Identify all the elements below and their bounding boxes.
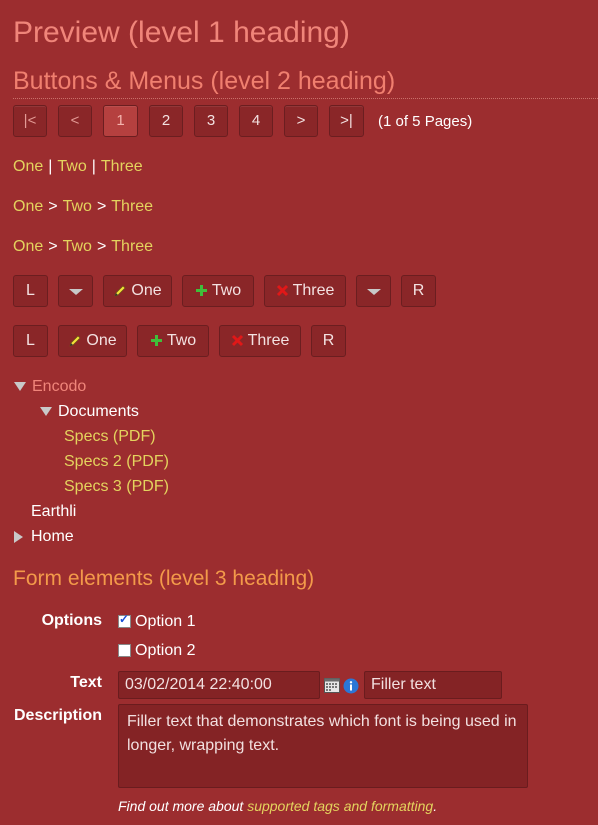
toolbar-dropdown-button[interactable]	[58, 275, 93, 307]
tree-node-label: Encodo	[32, 378, 87, 395]
pager-info: (1 of 5 Pages)	[378, 113, 473, 130]
menu-pipe: One | Two | Three	[13, 157, 143, 177]
pager-next-button[interactable]: >	[284, 105, 318, 137]
help-link[interactable]: supported tags and formatting	[247, 798, 433, 814]
breadcrumb-item-three[interactable]: Three	[111, 198, 153, 215]
pager-prev-button[interactable]: <	[58, 105, 92, 137]
section-heading-form: Form elements (level 3 heading)	[13, 567, 315, 590]
calendar-icon[interactable]	[324, 678, 340, 693]
pager-page-1-button[interactable]: 1	[103, 105, 138, 137]
delete-icon	[231, 335, 243, 347]
tree-node-documents[interactable]: Documents	[40, 402, 139, 422]
description-label: Description	[13, 707, 102, 724]
breadcrumb-separator: >	[96, 198, 107, 215]
toolbar2-right-button[interactable]: R	[311, 325, 346, 357]
toolbar2-two-label: Two	[166, 332, 197, 349]
tree-item-specs-3[interactable]: Specs 3 (PDF)	[64, 477, 169, 497]
toolbar-two-button[interactable]: Two	[182, 275, 254, 307]
tree-node-home[interactable]: Home	[14, 527, 74, 547]
option-2-checkbox[interactable]	[118, 644, 131, 658]
toolbar-dropdown-button-2[interactable]	[356, 275, 391, 307]
help-text: Find out more about supported tags and f…	[118, 798, 437, 814]
datetime-field[interactable]: 03/02/2014 22:40:00	[118, 671, 320, 699]
tree-node-label: Documents	[58, 403, 139, 420]
expand-down-icon[interactable]	[40, 407, 52, 417]
breadcrumb-item-one[interactable]: One	[13, 238, 43, 255]
pencil-icon	[114, 285, 126, 297]
option-1[interactable]: Option 1	[118, 612, 196, 631]
toolbar-right-button[interactable]: R	[401, 275, 436, 307]
menu-item-one[interactable]: One	[13, 158, 43, 175]
menu-item-two[interactable]: Two	[57, 158, 86, 175]
pager-page-3-button[interactable]: 3	[194, 105, 228, 137]
pager-page-4-button[interactable]: 4	[239, 105, 273, 137]
menu-item-three[interactable]: Three	[101, 158, 143, 175]
toolbar2-three-label: Three	[247, 332, 290, 349]
option-2-label: Option 2	[135, 642, 196, 659]
text-field[interactable]: Filler text	[364, 671, 502, 699]
tree-node-earthli[interactable]: Earthli	[31, 502, 76, 522]
breadcrumb: One > Two > Three	[13, 197, 153, 217]
breadcrumb-separator: >	[48, 198, 58, 215]
description-textarea[interactable]: Filler text that demonstrates which font…	[118, 704, 528, 788]
toolbar2-two-button[interactable]: Two	[137, 325, 209, 357]
breadcrumb-separator: >	[48, 238, 58, 255]
option-1-checkbox[interactable]	[118, 612, 131, 629]
option-2[interactable]: Option 2	[118, 642, 195, 660]
text-label: Text	[70, 674, 102, 691]
pencil-icon	[69, 335, 81, 347]
section-heading-buttons: Buttons & Menus (level 2 heading)	[13, 67, 396, 95]
toolbar-three-label: Three	[292, 282, 335, 299]
help-prefix: Find out more about	[118, 798, 248, 814]
tree-node-encodo[interactable]: Encodo	[14, 377, 86, 397]
toolbar-three-button[interactable]: Three	[264, 275, 346, 307]
tree-item-specs[interactable]: Specs (PDF)	[64, 427, 156, 447]
chevron-down-icon	[366, 289, 381, 295]
menu-separator: |	[91, 158, 96, 175]
breadcrumb-item-two[interactable]: Two	[63, 238, 92, 255]
pager-first-button[interactable]: |<	[13, 105, 47, 137]
breadcrumb-separator: >	[96, 238, 107, 255]
option-1-label: Option 1	[135, 613, 196, 630]
tree-item-specs-2[interactable]: Specs 2 (PDF)	[64, 452, 169, 472]
toolbar-one-label: One	[131, 282, 162, 299]
plus-icon	[195, 285, 207, 297]
expand-down-icon[interactable]	[14, 382, 26, 392]
toolbar2-left-button[interactable]: L	[13, 325, 48, 357]
toolbar2-one-label: One	[86, 332, 117, 349]
toolbar2-three-button[interactable]: Three	[219, 325, 301, 357]
expand-right-icon[interactable]	[14, 530, 23, 543]
page-title: Preview (level 1 heading)	[13, 16, 350, 49]
pager-last-button[interactable]: >|	[329, 105, 364, 137]
breadcrumb-2: One > Two > Three	[13, 237, 153, 257]
toolbar2-one-button[interactable]: One	[58, 325, 127, 357]
help-suffix: .	[433, 798, 438, 814]
delete-icon	[276, 285, 288, 297]
heading-divider	[13, 98, 598, 99]
breadcrumb-item-three[interactable]: Three	[111, 238, 153, 255]
plus-icon	[150, 335, 162, 347]
chevron-down-icon	[68, 289, 83, 295]
tree-node-label: Home	[31, 528, 74, 545]
pager-page-2-button[interactable]: 2	[149, 105, 183, 137]
toolbar-two-label: Two	[211, 282, 242, 299]
info-icon[interactable]	[343, 678, 359, 694]
toolbar-one-button[interactable]: One	[103, 275, 172, 307]
breadcrumb-item-one[interactable]: One	[13, 198, 43, 215]
toolbar-left-button[interactable]: L	[13, 275, 48, 307]
breadcrumb-item-two[interactable]: Two	[63, 198, 92, 215]
menu-separator: |	[48, 158, 53, 175]
options-label: Options	[41, 612, 102, 629]
